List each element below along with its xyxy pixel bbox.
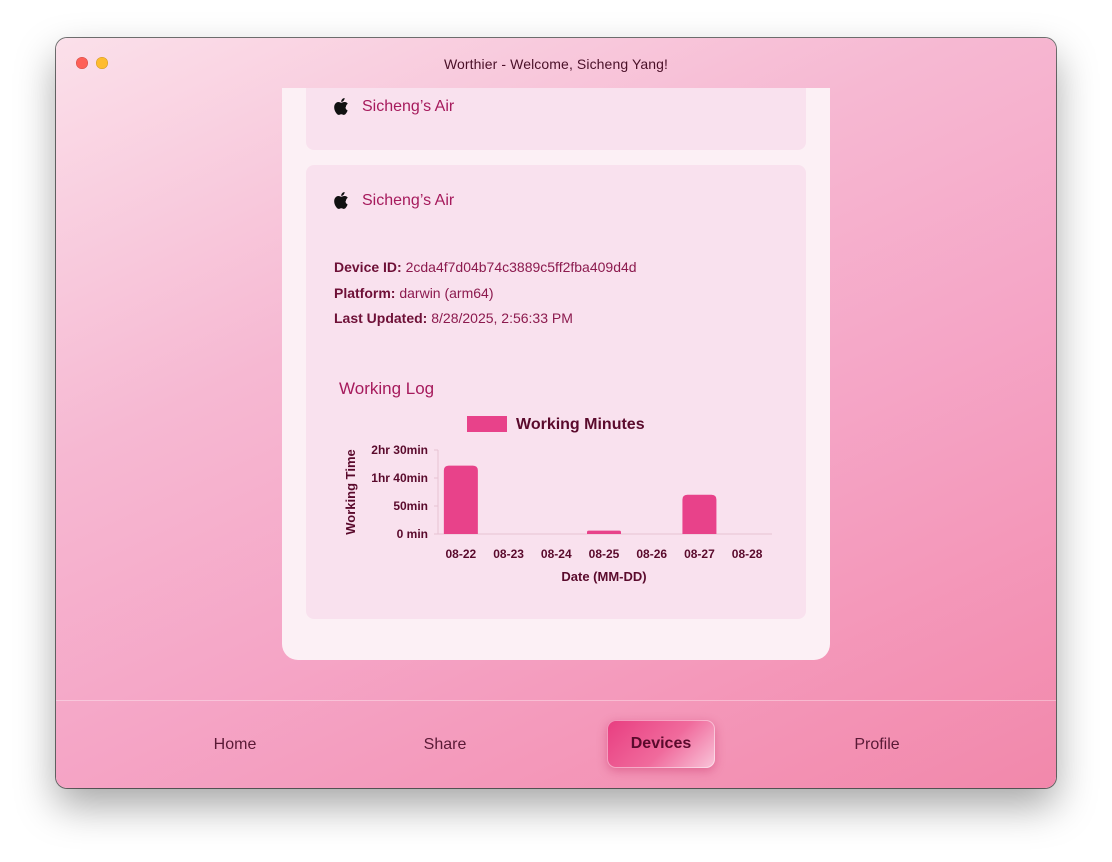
bar-08-25[interactable] [587, 530, 621, 534]
x-tick-label: 08-24 [541, 547, 572, 561]
device-name: Sicheng’s Air [362, 97, 455, 115]
app-window: Worthier - Welcome, Sicheng Yang! Sichen… [56, 38, 1056, 788]
legend-label: Working Minutes [516, 416, 645, 433]
x-tick-label: 08-22 [446, 547, 477, 561]
device-card[interactable]: Sicheng’s Air Device ID: 2cda4f7d04b74c3… [306, 165, 806, 619]
y-tick-label: 2hr 30min [371, 443, 428, 457]
legend-swatch [467, 416, 507, 432]
x-tick-label: 08-25 [589, 547, 620, 561]
y-tick-label: 50min [393, 499, 428, 513]
y-tick-label: 1hr 40min [371, 471, 428, 485]
apple-icon [334, 98, 348, 115]
device-header: Sicheng’s Air [332, 96, 454, 117]
device-card[interactable]: Sicheng’s Air [306, 88, 806, 150]
x-tick-label: 08-26 [636, 547, 667, 561]
bar-08-22[interactable] [443, 465, 478, 534]
working-log-chart: Working Minutes 0 min 50min 1hr 40min 2hr 3… [343, 416, 772, 584]
x-axis-label: Date (MM-DD) [561, 569, 646, 584]
x-tick-label: 08-23 [493, 547, 524, 561]
y-axis-label: Working Time [343, 449, 358, 534]
tab-bar: Home Share Devices Profile [56, 701, 1056, 788]
device-name: Sicheng’s Air [362, 191, 455, 209]
bar-08-27[interactable] [682, 494, 717, 534]
tab-home[interactable]: Home [190, 736, 280, 754]
tab-profile[interactable]: Profile [832, 736, 922, 754]
device-header: Sicheng’s Air [332, 190, 454, 211]
y-tick-label: 0 min [397, 527, 428, 541]
devices-panel[interactable]: Sicheng’s Air Sicheng’s Air Device ID: 2… [282, 88, 830, 660]
x-tick-label: 08-28 [732, 547, 763, 561]
title-bar: Worthier - Welcome, Sicheng Yang! [56, 38, 1056, 88]
window-title: Worthier - Welcome, Sicheng Yang! [443, 56, 669, 72]
x-tick-label: 08-27 [684, 547, 715, 561]
tab-share[interactable]: Share [400, 736, 490, 754]
chart-legend: Working Minutes [467, 416, 645, 433]
tab-devices[interactable]: Devices [607, 720, 715, 768]
apple-icon [334, 192, 348, 209]
